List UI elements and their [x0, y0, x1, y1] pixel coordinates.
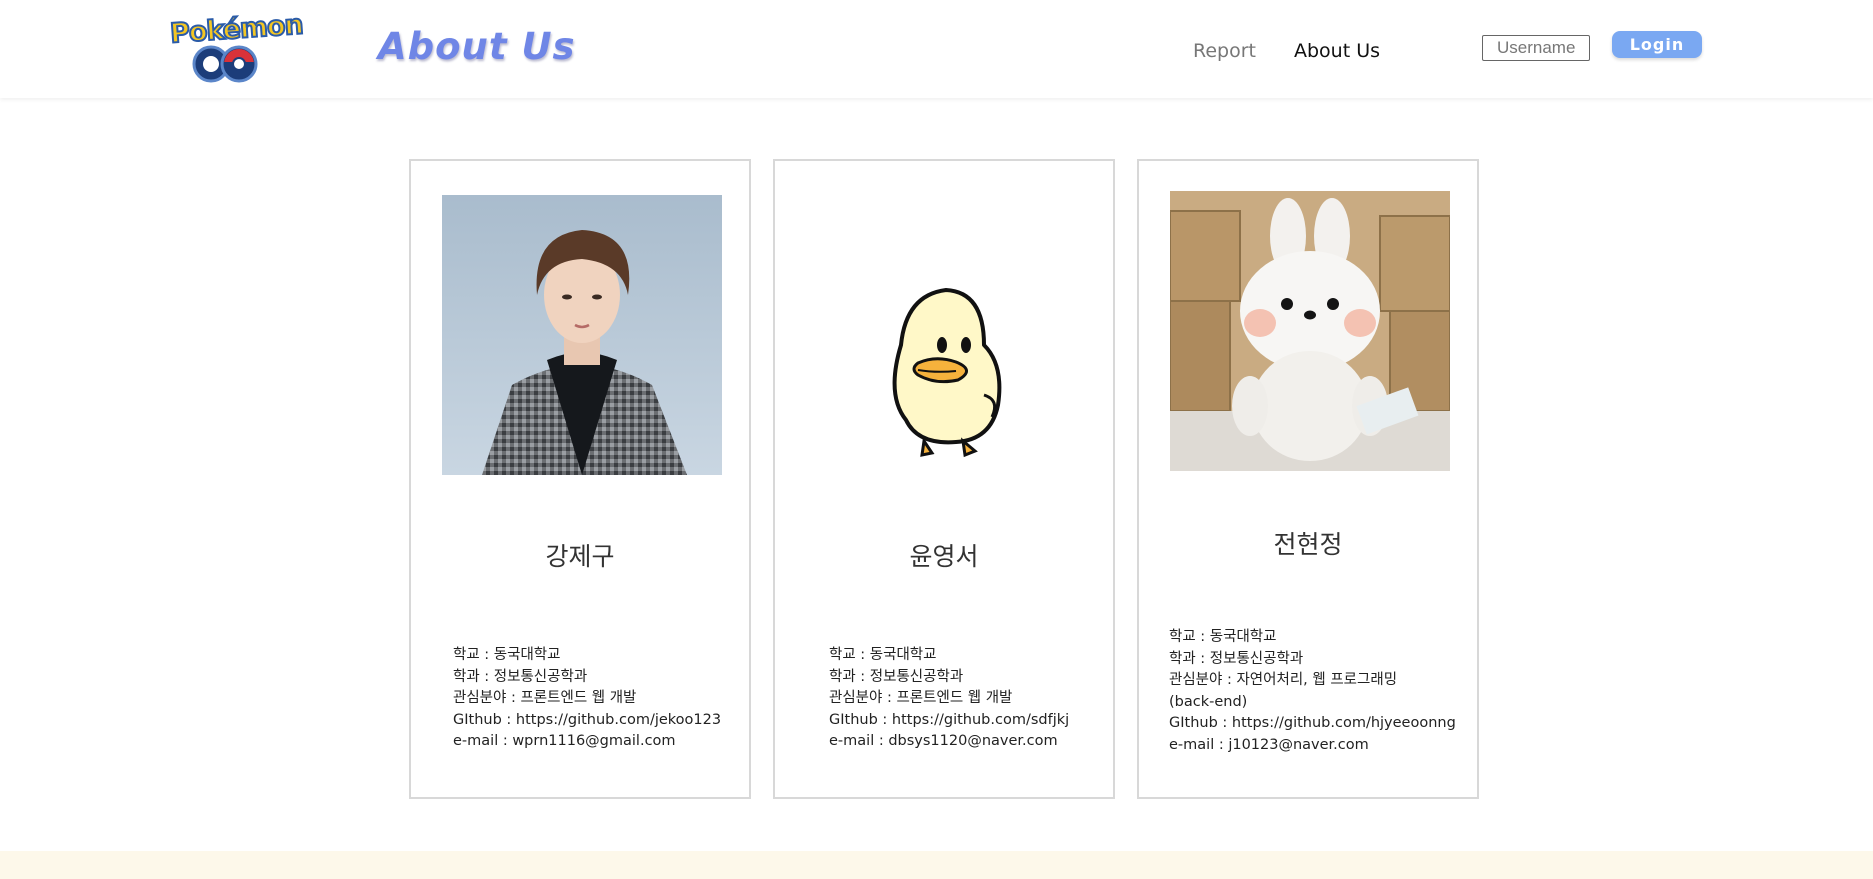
nav-report-link[interactable]: Report — [1193, 40, 1256, 62]
member-info: 학교 : 동국대학교 학과 : 정보통신공학과 관심분야 : 자연어처리, 웹 … — [1169, 627, 1456, 756]
page-title: About Us — [378, 25, 576, 68]
info-interest: 관심분야 : 프론트엔드 웹 개발 — [453, 690, 637, 706]
member-photo — [806, 195, 1086, 475]
duck-icon — [806, 195, 1086, 475]
member-name: 강제구 — [545, 542, 615, 571]
member-card: 윤영서 학교 : 동국대학교 학과 : 정보통신공학과 관심분야 : 프론트엔드… — [773, 159, 1115, 799]
info-school: 학교 : 동국대학교 — [829, 647, 937, 663]
login-button[interactable]: Login — [1612, 31, 1702, 58]
nav-about-us-link[interactable]: About Us — [1294, 40, 1380, 62]
plush-rabbit-icon — [1170, 191, 1450, 471]
pokemon-go-logo[interactable]: Pokémon — [168, 8, 305, 84]
member-info: 학교 : 동국대학교 학과 : 정보통신공학과 관심분야 : 프론트엔드 웹 개… — [829, 645, 1069, 753]
member-card: 전현정 학교 : 동국대학교 학과 : 정보통신공학과 관심분야 : 자연어처리… — [1137, 159, 1479, 799]
member-info: 학교 : 동국대학교 학과 : 정보통신공학과 관심분야 : 프론트엔드 웹 개… — [453, 645, 721, 753]
footer-band — [0, 851, 1873, 879]
info-github: GIthub : https://github.com/hjyeeoonng — [1169, 715, 1456, 731]
info-email: e-mail : dbsys1120@naver.com — [829, 733, 1058, 749]
info-interest: 관심분야 : 자연어처리, 웹 프로그래밍 — [1169, 672, 1398, 688]
info-github: GIthub : https://github.com/jekoo123 — [453, 711, 722, 728]
info-interest-continued: (back-end) — [1169, 693, 1248, 710]
site-header: Pokémon About Us Report About Us Login — [0, 0, 1873, 98]
info-school: 학교 : 동국대학교 — [1169, 629, 1277, 645]
info-github: GIthub : https://github.com/sdfjkj — [829, 711, 1070, 728]
go-emblem-icon — [192, 45, 258, 83]
info-email: e-mail : wprn1116@gmail.com — [453, 733, 676, 749]
member-photo — [1170, 191, 1450, 471]
member-photo — [442, 195, 722, 475]
info-school: 학교 : 동국대학교 — [453, 647, 561, 663]
info-interest: 관심분야 : 프론트엔드 웹 개발 — [829, 690, 1013, 706]
info-major: 학과 : 정보통신공학과 — [1169, 650, 1304, 667]
member-card: 강제구 학교 : 동국대학교 학과 : 정보통신공학과 관심분야 : 프론트엔드… — [409, 159, 751, 799]
info-major: 학과 : 정보통신공학과 — [829, 668, 964, 685]
info-major: 학과 : 정보통신공학과 — [453, 668, 588, 685]
member-name: 윤영서 — [909, 542, 979, 571]
info-email: e-mail : j10123@naver.com — [1169, 736, 1369, 753]
username-input[interactable] — [1482, 35, 1590, 61]
member-name: 전현정 — [1273, 530, 1343, 559]
